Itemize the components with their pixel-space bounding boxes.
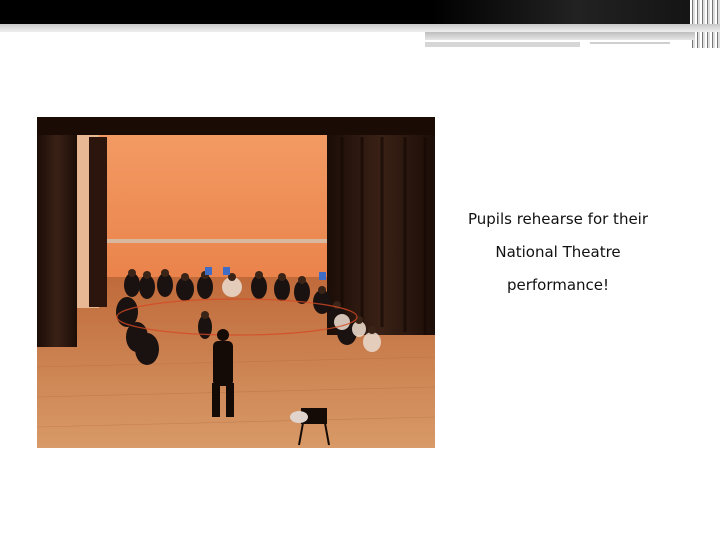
- header-rule-accent-thin: [590, 42, 670, 44]
- top-decorative-bar: [0, 0, 720, 24]
- caption-line-2: National Theatre: [495, 243, 621, 261]
- photo-caption: Pupils rehearse for their National Theat…: [448, 203, 668, 302]
- caption-line-3: performance!: [506, 276, 610, 294]
- header-rule-accent-short: [425, 42, 580, 47]
- rehearsal-photo: [37, 117, 435, 448]
- stage-back-wall: [99, 135, 329, 285]
- caption-line-1: Pupils rehearse for their: [467, 210, 649, 228]
- rehearsal-photo-illustration: [37, 117, 435, 448]
- header-rule: [0, 24, 720, 32]
- header-rule-accent: [425, 32, 695, 40]
- left-curtain: [37, 117, 77, 347]
